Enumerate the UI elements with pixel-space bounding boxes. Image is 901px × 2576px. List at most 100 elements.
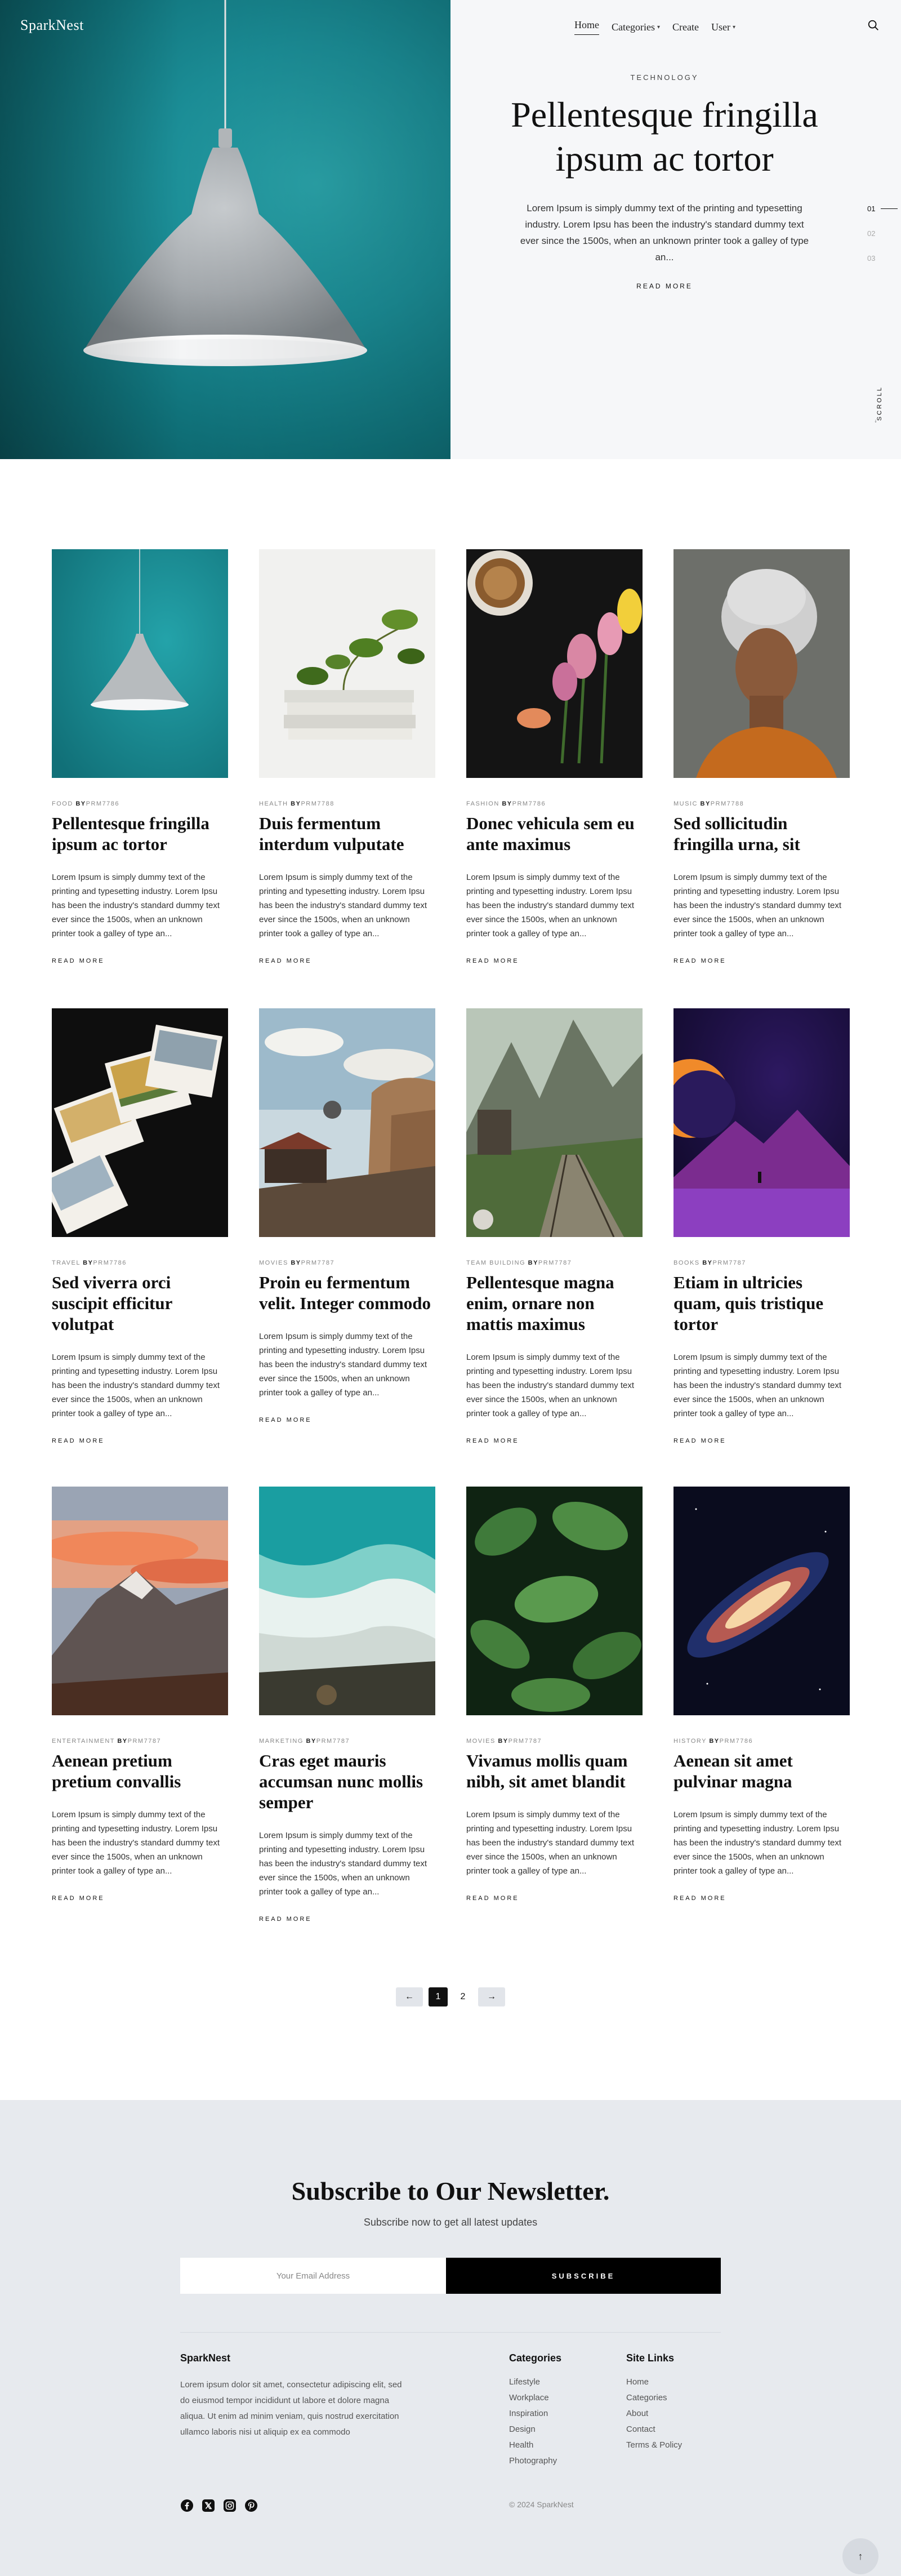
post-category[interactable]: TRAVEL (52, 1260, 81, 1266)
prev-page-button[interactable]: ← (396, 1987, 423, 2006)
read-more-link[interactable]: READ MORE (52, 1895, 105, 1902)
page-1-button[interactable]: 1 (429, 1987, 448, 2006)
post-image-galaxy[interactable] (673, 1487, 850, 1715)
post-image-purple-planet[interactable] (673, 1008, 850, 1237)
footer-category-link[interactable]: Lifestyle (509, 2374, 561, 2390)
post-author[interactable]: PRM7787 (509, 1738, 542, 1745)
hero-read-more-link[interactable]: READ MORE (636, 282, 693, 290)
post-card[interactable]: TEAM BUILDING BYPRM7787 Pellentesque mag… (466, 1008, 643, 1445)
post-title[interactable]: Sed viverra orci suscipit efficitur volu… (52, 1272, 228, 1334)
hero-category[interactable]: TECHNOLOGY (496, 73, 833, 82)
post-card[interactable]: TRAVEL BYPRM7786 Sed viverra orci suscip… (52, 1008, 228, 1445)
post-card[interactable]: HISTORY BYPRM7786 Aenean sit amet pulvin… (673, 1487, 850, 1903)
post-image-sunset-mountain[interactable] (52, 1487, 228, 1715)
arrow-down-icon[interactable] (872, 420, 880, 433)
post-title[interactable]: Pellentesque fringilla ipsum ac tortor (52, 813, 228, 855)
read-more-link[interactable]: READ MORE (259, 1417, 312, 1423)
post-card[interactable]: FASHION BYPRM7786 Donec vehicula sem eu … (466, 549, 643, 966)
nav-item-create[interactable]: Create (672, 19, 699, 35)
post-title[interactable]: Sed sollicitudin fringilla urna, sit (673, 813, 850, 855)
post-author[interactable]: PRM7788 (301, 800, 334, 807)
footer-site-link[interactable]: Home (626, 2374, 682, 2390)
post-card[interactable]: MARKETING BYPRM7787 Cras eget mauris acc… (259, 1487, 435, 1924)
next-page-button[interactable]: → (478, 1987, 505, 2006)
footer-category-link[interactable]: Photography (509, 2453, 561, 2469)
post-author[interactable]: PRM7787 (301, 1260, 334, 1266)
post-title[interactable]: Vivamus mollis quam nibh, sit amet bland… (466, 1750, 643, 1792)
hero-title[interactable]: Pellentesque fringilla ipsum ac tortor (496, 93, 833, 181)
post-author[interactable]: PRM7786 (512, 800, 546, 807)
post-category[interactable]: FOOD (52, 800, 73, 807)
post-category[interactable]: MOVIES (259, 1260, 288, 1266)
post-author[interactable]: PRM7787 (316, 1738, 350, 1745)
post-image-fantasy-city[interactable] (259, 1008, 435, 1237)
read-more-link[interactable]: READ MORE (466, 1438, 519, 1444)
slide-indicator-1[interactable]: 01 (867, 196, 901, 221)
post-title[interactable]: Duis fermentum interdum vulputate (259, 813, 435, 855)
footer-site-link[interactable]: Terms & Policy (626, 2437, 682, 2453)
post-title[interactable]: Aenean sit amet pulvinar magna (673, 1750, 850, 1792)
post-title[interactable]: Pellentesque magna enim, ornare non matt… (466, 1272, 643, 1334)
post-image-postcards[interactable] (52, 1008, 228, 1237)
post-category[interactable]: BOOKS (673, 1260, 700, 1266)
footer-category-link[interactable]: Health (509, 2437, 561, 2453)
read-more-link[interactable]: READ MORE (466, 958, 519, 964)
post-category[interactable]: MUSIC (673, 800, 698, 807)
footer-site-link[interactable]: About (626, 2406, 682, 2422)
post-card[interactable]: HEALTH BYPRM7788 Duis fermentum interdum… (259, 549, 435, 966)
post-category[interactable]: TEAM BUILDING (466, 1260, 525, 1266)
brand-logo[interactable]: SparkNest (20, 17, 84, 34)
post-category[interactable]: HISTORY (673, 1738, 707, 1745)
nav-item-home[interactable]: Home (574, 19, 599, 35)
post-title[interactable]: Cras eget mauris accumsan nunc mollis se… (259, 1750, 435, 1813)
footer-site-link[interactable]: Categories (626, 2390, 682, 2406)
post-category[interactable]: MARKETING (259, 1738, 304, 1745)
read-more-link[interactable]: READ MORE (52, 1438, 105, 1444)
post-image-ocean-waves[interactable] (259, 1487, 435, 1715)
post-image-mountain-railway[interactable] (466, 1008, 643, 1237)
post-title[interactable]: Aenean pretium pretium convallis (52, 1750, 228, 1792)
read-more-link[interactable]: READ MORE (673, 1438, 726, 1444)
hero-image[interactable] (0, 0, 450, 459)
post-title[interactable]: Donec vehicula sem eu ante maximus (466, 813, 643, 855)
post-author[interactable]: PRM7788 (711, 800, 744, 807)
post-category[interactable]: ENTERTAINMENT (52, 1738, 115, 1745)
email-input[interactable] (180, 2258, 446, 2294)
slide-indicator-2[interactable]: 02 (867, 221, 901, 246)
facebook-icon[interactable] (180, 2499, 194, 2512)
post-category[interactable]: MOVIES (466, 1738, 496, 1745)
read-more-link[interactable]: READ MORE (259, 958, 312, 964)
post-image-books-plant[interactable] (259, 549, 435, 778)
post-card[interactable]: MOVIES BYPRM7787 Vivamus mollis quam nib… (466, 1487, 643, 1903)
post-card[interactable]: ENTERTAINMENT BYPRM7787 Aenean pretium p… (52, 1487, 228, 1903)
post-author[interactable]: PRM7786 (86, 800, 119, 807)
post-image-green-leaves[interactable] (466, 1487, 643, 1715)
post-category[interactable]: FASHION (466, 800, 499, 807)
post-image-tulips-coffee[interactable] (466, 549, 643, 778)
post-title[interactable]: Etiam in ultricies quam, quis tristique … (673, 1272, 850, 1334)
search-icon[interactable] (867, 19, 880, 32)
post-category[interactable]: HEALTH (259, 800, 288, 807)
post-author[interactable]: PRM7786 (720, 1738, 753, 1745)
pinterest-icon[interactable] (244, 2499, 258, 2512)
post-card[interactable]: BOOKS BYPRM7787 Etiam in ultricies quam,… (673, 1008, 850, 1445)
post-author[interactable]: PRM7787 (128, 1738, 161, 1745)
footer-category-link[interactable]: Inspiration (509, 2406, 561, 2422)
read-more-link[interactable]: READ MORE (52, 958, 105, 964)
read-more-link[interactable]: READ MORE (259, 1916, 312, 1923)
nav-item-categories[interactable]: Categories ▾ (612, 19, 660, 35)
post-author[interactable]: PRM7787 (538, 1260, 572, 1266)
slide-indicator-3[interactable]: 03 (867, 246, 901, 270)
post-author[interactable]: PRM7787 (712, 1260, 746, 1266)
x-icon[interactable] (202, 2499, 215, 2512)
post-image-woman-headwrap[interactable] (673, 549, 850, 778)
post-card[interactable]: MOVIES BYPRM7787 Proin eu fermentum veli… (259, 1008, 435, 1425)
scroll-label[interactable]: SCROLL (876, 386, 883, 421)
back-to-top-button[interactable]: ↑ (842, 2538, 878, 2574)
post-image-teal-lamp[interactable] (52, 549, 228, 778)
post-card[interactable]: MUSIC BYPRM7788 Sed sollicitudin fringil… (673, 549, 850, 966)
footer-category-link[interactable]: Workplace (509, 2390, 561, 2406)
footer-site-link[interactable]: Contact (626, 2422, 682, 2437)
page-2-button[interactable]: 2 (453, 1987, 472, 2006)
post-author[interactable]: PRM7786 (93, 1260, 126, 1266)
